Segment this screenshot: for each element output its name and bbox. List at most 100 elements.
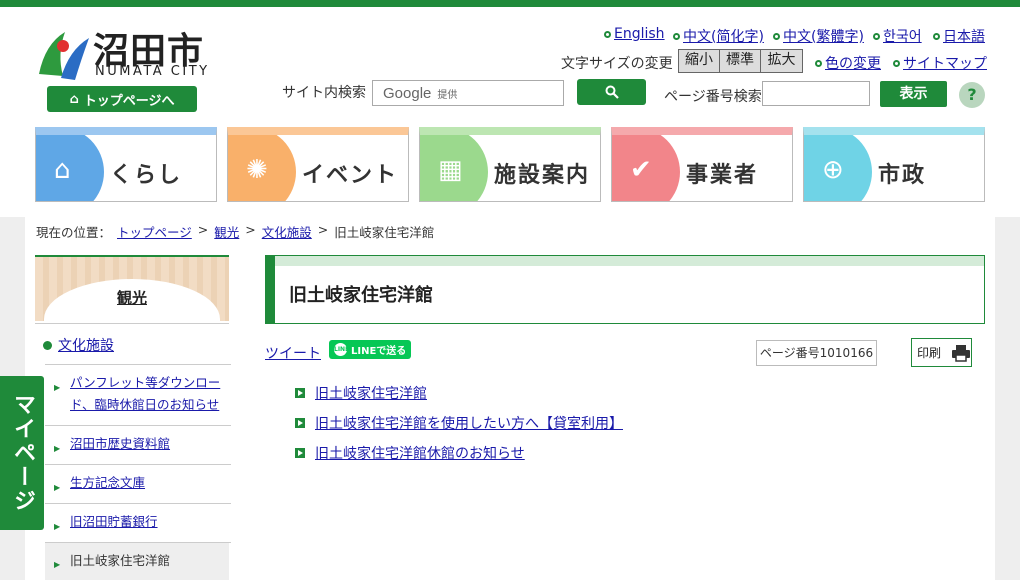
sitemap-link[interactable]: サイトマップ (903, 53, 987, 73)
nav-business[interactable]: ✔ 事業者 (611, 127, 793, 202)
search-icon (605, 85, 619, 99)
top-accent-bar (0, 0, 1020, 7)
text-size-normal-button[interactable]: 標準 (720, 50, 761, 72)
lang-link[interactable]: 中文(繁體字) (783, 26, 864, 46)
content-link-2[interactable]: 旧土岐家住宅洋館を使用したい方へ【貸室利用】 (295, 413, 623, 433)
text-size-large-button[interactable]: 拡大 (761, 50, 802, 72)
title-accent (275, 256, 984, 266)
page-number: ページ番号1010166 (756, 340, 877, 366)
lang-link[interactable]: 中文(简化字) (683, 26, 764, 46)
nav-event[interactable]: ✺ イベント (227, 127, 409, 202)
nav-facilities[interactable]: ▦ 施設案内 (419, 127, 601, 202)
bullet-icon (773, 32, 780, 40)
line-share-button[interactable]: LINE LINEで送る (329, 340, 411, 359)
arrow-box-icon (295, 418, 305, 428)
triangle-icon: ▶ (54, 560, 61, 569)
sidebar-item-history-museum[interactable]: ▶ 沼田市歴史資料館 (45, 433, 229, 455)
divider (45, 364, 231, 365)
print-label: 印刷 (917, 346, 942, 360)
lang-chinese-simplified[interactable]: 中文(简化字) (673, 26, 764, 46)
page-title: 旧土岐家住宅洋館 (289, 285, 433, 306)
mypage-button[interactable]: マイページ (0, 376, 44, 530)
content-link-label[interactable]: 旧土岐家住宅洋館 (315, 383, 427, 403)
bullet-icon (893, 59, 900, 67)
content-link-1[interactable]: 旧土岐家住宅洋館 (295, 383, 427, 403)
line-icon: LINE (334, 343, 349, 356)
sidebar-item-label[interactable]: 生方記念文庫 (70, 475, 145, 490)
search-button[interactable] (577, 79, 646, 105)
show-button[interactable]: 表示 (880, 81, 947, 107)
triangle-icon: ▶ (54, 522, 61, 531)
sidebar-item-savings-bank[interactable]: ▶ 旧沼田貯蓄銀行 (45, 511, 229, 533)
sidebar-category[interactable]: 文化施設 (43, 335, 114, 355)
firework-icon: ✺ (246, 155, 268, 185)
site-logo[interactable]: 沼田市 NUMATA CITY (35, 22, 210, 84)
nav-city-government[interactable]: ⊕ 市政 (803, 127, 985, 202)
sidebar-item-ubukata-library[interactable]: ▶ 生方記念文庫 (45, 472, 229, 494)
nav-label: イベント (302, 163, 399, 188)
lang-link[interactable]: English (614, 26, 665, 42)
tweet-link[interactable]: ツイート (265, 343, 321, 363)
help-icon[interactable]: ? (959, 82, 985, 108)
lang-japanese[interactable]: 日本語 (933, 26, 985, 46)
sidebar-category-link[interactable]: 文化施設 (58, 335, 114, 355)
triangle-icon: ▶ (54, 444, 61, 453)
logo-subtitle: NUMATA CITY (95, 64, 210, 79)
page-number-input[interactable] (762, 81, 870, 106)
breadcrumb-prefix: 現在の位置： (36, 225, 112, 240)
sidebar-item-label[interactable]: 旧沼田貯蓄銀行 (70, 514, 158, 529)
provided-label: 提供 (437, 89, 458, 101)
content-link-label[interactable]: 旧土岐家住宅洋館を使用したい方へ【貸室利用】 (315, 413, 623, 433)
city-emblem-icon (39, 32, 89, 80)
divider (45, 425, 231, 426)
house-icon: ⌂ (54, 155, 71, 185)
arrow-box-icon (295, 448, 305, 458)
divider (35, 323, 229, 324)
nav-kurashi[interactable]: ⌂ くらし (35, 127, 217, 202)
printer-icon (952, 344, 970, 362)
line-share-label: LINEで送る (351, 346, 407, 357)
site-search-label: サイト内検索 (282, 85, 366, 101)
text-size-small-button[interactable]: 縮小 (679, 50, 720, 72)
lang-link[interactable]: 日本語 (943, 26, 985, 46)
page-number-search-label: ページ番号検索 (664, 89, 762, 105)
arrow-box-icon (295, 388, 305, 398)
divider (45, 464, 231, 465)
nav-label: 施設案内 (494, 163, 591, 188)
sidebar-heading-link[interactable]: 観光 (35, 287, 229, 308)
sitemap[interactable]: サイトマップ (893, 53, 987, 73)
lang-chinese-traditional[interactable]: 中文(繁體字) (773, 26, 864, 46)
breadcrumb-culture[interactable]: 文化施設 (262, 222, 312, 241)
bullet-icon (43, 340, 52, 350)
bullet-icon (673, 32, 680, 40)
breadcrumb-sep: > (197, 222, 209, 237)
google-label: Google (383, 84, 432, 102)
color-change[interactable]: 色の変更 (815, 53, 881, 73)
site-search-input[interactable]: Google 提供 (372, 80, 564, 106)
breadcrumb-tourism[interactable]: 観光 (214, 222, 239, 241)
divider (45, 503, 231, 504)
color-change-link[interactable]: 色の変更 (825, 53, 881, 73)
print-button[interactable]: 印刷 (911, 338, 972, 367)
content-link-3[interactable]: 旧土岐家住宅洋館休館のお知らせ (295, 443, 525, 463)
page-title-box: 旧土岐家住宅洋館 (265, 255, 985, 324)
top-page-label: トップページへ (83, 93, 175, 109)
sidebar-item-pamphlet[interactable]: ▶ パンフレット等ダウンロード、臨時休館日のお知らせ (45, 372, 229, 416)
sidebar-item-label[interactable]: 沼田市歴史資料館 (70, 436, 170, 451)
building-icon: ▦ (438, 155, 463, 185)
target-icon: ⊕ (822, 155, 844, 185)
triangle-icon: ▶ (54, 383, 61, 392)
bullet-icon (933, 32, 940, 40)
content-link-label[interactable]: 旧土岐家住宅洋館休館のお知らせ (315, 443, 525, 463)
nav-label: 事業者 (686, 163, 759, 188)
lang-korean[interactable]: 한국어 (873, 26, 922, 46)
sidebar-heading: 観光 (35, 255, 229, 321)
lang-english[interactable]: English (604, 26, 665, 42)
lang-link[interactable]: 한국어 (883, 26, 922, 46)
sidebar-item-label[interactable]: パンフレット等ダウンロード、臨時休館日のお知らせ (70, 375, 220, 412)
breadcrumb-current: 旧土岐家住宅洋館 (334, 225, 435, 240)
triangle-icon: ▶ (54, 483, 61, 492)
breadcrumb-top[interactable]: トップページ (117, 222, 192, 241)
bullet-icon (815, 59, 822, 67)
top-page-button[interactable]: ⌂ トップページへ (47, 86, 197, 112)
